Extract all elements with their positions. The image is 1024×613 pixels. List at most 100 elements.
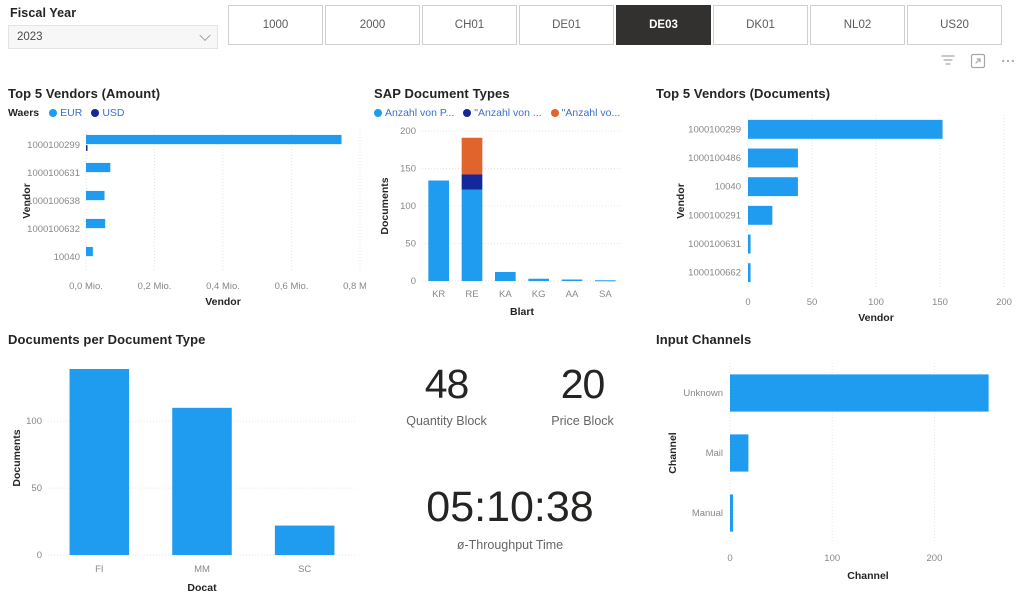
visual-documents-per-document-type[interactable]: Documents per Document Type 0 50 100 FI MM SC… <box>8 332 366 607</box>
tab-ch01[interactable]: CH01 <box>422 5 517 45</box>
axis-text: 1000100299 <box>27 140 80 151</box>
axis-text: 1000100662 <box>688 268 741 279</box>
bar-eur[interactable] <box>86 218 106 229</box>
bar[interactable] <box>730 374 989 412</box>
chart-plot-area: 0 50 100 150 200 1000100299 1000100486 10040 100… <box>675 115 1012 324</box>
bar-segment-0[interactable] <box>495 272 516 281</box>
axis-text: KG <box>532 289 546 300</box>
tab-label: DE01 <box>552 19 581 31</box>
bar-eur[interactable] <box>86 246 93 257</box>
bar[interactable] <box>748 119 943 139</box>
axis-text: 0 <box>745 297 750 308</box>
legend-swatch <box>91 109 100 117</box>
bar[interactable] <box>748 148 798 168</box>
axis-text: 50 <box>405 239 416 250</box>
axis-text: Channel <box>667 432 679 474</box>
chart-plot-area: 0 50 100 150 200 KR RE KA KG AA SA Documents Blart <box>379 126 622 318</box>
axis-text: 1000100638 <box>27 196 80 207</box>
axis-text: 10040 <box>54 252 80 263</box>
bar-segment-0[interactable] <box>461 189 483 282</box>
legend-item-anzahl-1[interactable]: Anzahl von P... <box>374 107 454 119</box>
legend-item-usd[interactable]: USD <box>91 107 124 119</box>
fiscal-year-dropdown[interactable]: 2023 <box>8 25 218 49</box>
focus-mode-icon[interactable] <box>970 53 986 69</box>
bar-segment-0[interactable] <box>528 278 549 281</box>
bar-usd[interactable] <box>86 145 88 151</box>
visual-sap-document-types[interactable]: SAP Document Types Anzahl von P... "Anza… <box>374 86 646 331</box>
bar-segment-1[interactable] <box>461 174 483 190</box>
kpi-price-block[interactable]: 20 Price Block <box>551 364 614 429</box>
more-options-icon[interactable] <box>1000 53 1016 69</box>
axis-text: Vendor <box>21 183 33 219</box>
company-code-tabstrip[interactable]: 1000 2000 CH01 DE01 DE03 DK01 NL02 US20 <box>228 5 1002 45</box>
bar[interactable] <box>730 434 749 472</box>
bar-eur[interactable] <box>86 162 111 173</box>
axis-text: Docat <box>187 582 217 594</box>
legend-item-anzahl-3[interactable]: "Anzahl vo... <box>550 107 621 119</box>
chart-plot-area: 0 100 200 Unknown Mail Manual Channel Channel <box>667 363 989 582</box>
tab-label: US20 <box>940 19 969 31</box>
axis-text: KA <box>499 289 512 300</box>
bar[interactable] <box>748 234 751 254</box>
axis-text: 1000100486 <box>688 153 741 164</box>
visual-title: Documents per Document Type <box>8 332 206 347</box>
axis-text: 0,4 Mio. <box>206 281 240 292</box>
bar[interactable] <box>748 205 773 225</box>
tab-1000[interactable]: 1000 <box>228 5 323 45</box>
fiscal-year-slicer[interactable]: Fiscal Year 2023 <box>8 6 218 49</box>
kpi-throughput-time[interactable]: 05:10:38 ø-Throughput Time <box>374 483 646 553</box>
bar-segment-0[interactable] <box>561 279 583 282</box>
axis-text: Channel <box>847 570 889 582</box>
kpi-value: 05:10:38 <box>426 483 594 531</box>
bar-segment-2[interactable] <box>461 137 483 175</box>
tab-nl02[interactable]: NL02 <box>810 5 905 45</box>
bar-segment-0[interactable] <box>428 180 449 282</box>
visual-top5-vendors-amount[interactable]: Top 5 Vendors (Amount) Waers EUR USD 0,0… <box>8 86 366 331</box>
tab-de01[interactable]: DE01 <box>519 5 614 45</box>
visual-input-channels[interactable]: Input Channels 0 100 200 Unknown Mail Manual C… <box>656 332 1018 607</box>
legend-swatch <box>49 109 58 117</box>
legend-swatch <box>550 109 559 117</box>
tab-de03[interactable]: DE03 <box>616 5 711 45</box>
visual-top5-vendors-documents[interactable]: Top 5 Vendors (Documents) 0 50 100 150 200 10… <box>656 86 1018 331</box>
axis-text: Blart <box>510 306 534 318</box>
bar[interactable] <box>748 263 751 283</box>
bar-eur[interactable] <box>86 134 342 145</box>
axis-text: SA <box>599 289 612 300</box>
bar-eur[interactable] <box>86 190 105 201</box>
tab-dk01[interactable]: DK01 <box>713 5 808 45</box>
kpi-card-row: 48 Quantity Block 20 Price Block <box>374 364 646 429</box>
axis-text: 1000100291 <box>688 210 741 221</box>
kpi-caption: Quantity Block <box>406 414 487 428</box>
filter-icon[interactable] <box>940 53 956 69</box>
axis-text: 150 <box>932 297 948 308</box>
legend-label: "Anzahl vo... <box>561 107 621 119</box>
bar-segment-0[interactable] <box>595 280 616 282</box>
visual-title: Top 5 Vendors (Amount) <box>8 86 161 101</box>
kpi-quantity-block[interactable]: 48 Quantity Block <box>406 364 487 429</box>
axis-text: 0,0 Mio. <box>69 281 103 292</box>
bar[interactable] <box>730 494 734 532</box>
axis-text: AA <box>566 289 579 300</box>
bar[interactable] <box>748 177 798 197</box>
axis-text: Manual <box>692 508 723 519</box>
axis-text: Documents <box>11 429 23 486</box>
legend-item-eur[interactable]: EUR <box>49 107 82 119</box>
axis-text: 200 <box>400 126 416 137</box>
bar[interactable] <box>69 369 130 555</box>
powerbi-report-canvas: Fiscal Year 2023 1000 2000 CH01 DE01 DE03 DK0… <box>0 0 1024 613</box>
axis-text: 200 <box>927 553 943 564</box>
legend-item-anzahl-2[interactable]: "Anzahl von ... <box>463 107 542 119</box>
legend-swatch <box>463 109 472 117</box>
legend-label: "Anzahl von ... <box>474 107 542 119</box>
bar[interactable] <box>172 407 232 555</box>
tab-us20[interactable]: US20 <box>907 5 1002 45</box>
axis-text: 0,2 Mio. <box>138 281 172 292</box>
axis-text: 0 <box>37 550 42 561</box>
sap-doctype-legend: Anzahl von P... "Anzahl von ... "Anzahl … <box>374 107 646 119</box>
bar[interactable] <box>274 525 335 555</box>
axis-text: Mail <box>706 448 723 459</box>
axis-text: SC <box>298 564 311 575</box>
legend-title: Waers <box>8 107 40 119</box>
tab-2000[interactable]: 2000 <box>325 5 420 45</box>
